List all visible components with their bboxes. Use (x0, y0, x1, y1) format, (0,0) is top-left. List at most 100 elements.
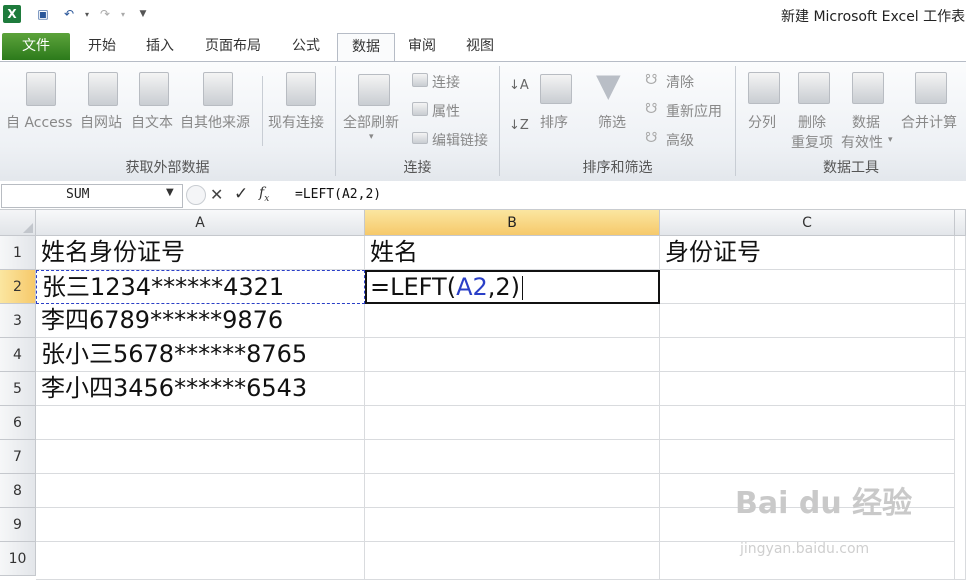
column-header-c[interactable]: C (660, 210, 955, 236)
properties-button[interactable]: 属性 (432, 101, 460, 121)
row-header-2[interactable]: 2 (0, 270, 36, 304)
tab-formulas[interactable]: 公式 (282, 33, 330, 60)
tab-view[interactable]: 视图 (456, 33, 504, 60)
tab-insert[interactable]: 插入 (136, 33, 184, 60)
row-header-3[interactable]: 3 (0, 304, 36, 338)
cell-b7[interactable] (365, 440, 660, 474)
formula-bar-handle-icon[interactable] (186, 185, 206, 205)
cell-d-column[interactable] (955, 406, 966, 580)
save-icon[interactable]: ▣ (34, 5, 52, 23)
clear-button[interactable]: 清除 (666, 72, 694, 92)
undo-dropdown-icon[interactable]: ▾ (78, 5, 96, 23)
cell-a10[interactable] (36, 542, 365, 580)
cell-a4[interactable]: 张小三5678******8765 (36, 338, 365, 372)
reapply-icon: ☋ (645, 101, 658, 117)
row-header-10[interactable]: 10 (0, 542, 36, 576)
cell-c2[interactable] (660, 270, 955, 304)
row-header-6[interactable]: 6 (0, 406, 36, 440)
name-box[interactable]: SUM ▼ (1, 184, 183, 208)
remove-duplicates-button-line2[interactable]: 重复项 (791, 132, 833, 152)
consolidate-button[interactable]: 合并计算 (901, 112, 957, 132)
existing-connections-icon (286, 72, 316, 106)
from-access-button[interactable]: 自 Access (6, 112, 72, 132)
cell-b10[interactable] (365, 542, 660, 580)
sort-ascending-icon[interactable]: ↓A (509, 78, 529, 93)
name-box-dropdown-icon[interactable]: ▼ (166, 187, 174, 198)
cell-d2[interactable] (955, 270, 966, 304)
cell-b1[interactable]: 姓名 (365, 236, 660, 270)
tab-data[interactable]: 数据 (337, 33, 395, 61)
cell-a8[interactable] (36, 474, 365, 508)
cell-a1[interactable]: 姓名身份证号 (36, 236, 365, 270)
redo-icon[interactable]: ↷ (96, 5, 114, 23)
insert-function-icon[interactable]: fx (259, 185, 269, 204)
row-header-7[interactable]: 7 (0, 440, 36, 474)
row-header-1[interactable]: 1 (0, 236, 36, 270)
from-web-button[interactable]: 自网站 (80, 112, 122, 132)
column-header-d[interactable] (955, 210, 966, 236)
column-header-a[interactable]: A (36, 210, 365, 236)
connections-button[interactable]: 连接 (432, 72, 460, 92)
edit-links-button[interactable]: 编辑链接 (432, 130, 488, 150)
row-header-5[interactable]: 5 (0, 372, 36, 406)
excel-logo-icon[interactable]: X (3, 5, 21, 23)
cell-a5[interactable]: 李小四3456******6543 (36, 372, 365, 406)
text-to-columns-button[interactable]: 分列 (748, 112, 776, 132)
cell-b6[interactable] (365, 406, 660, 440)
cancel-icon[interactable]: ✕ (210, 185, 223, 204)
customize-qat-icon[interactable]: ▼ (134, 5, 152, 23)
sort-descending-icon[interactable]: ↓Z (509, 118, 529, 133)
formula-prefix: =LEFT( (370, 273, 457, 301)
cell-a2[interactable]: 张三1234******4321 (36, 270, 365, 304)
text-cursor (522, 276, 524, 300)
row-header-4[interactable]: 4 (0, 338, 36, 372)
cell-d1[interactable] (955, 236, 966, 270)
sort-button[interactable]: 排序 (540, 112, 568, 132)
refresh-all-button[interactable]: 全部刷新 (343, 112, 399, 132)
enter-check-icon[interactable]: ✓ (234, 184, 248, 204)
cell-c1[interactable]: 身份证号 (660, 236, 955, 270)
cell-a6[interactable] (36, 406, 365, 440)
redo-dropdown-icon[interactable]: ▾ (114, 5, 132, 23)
cell-c6[interactable] (660, 406, 955, 440)
tab-page-layout[interactable]: 页面布局 (194, 33, 272, 60)
reapply-button[interactable]: 重新应用 (666, 101, 722, 121)
cell-d3[interactable] (955, 304, 966, 338)
cell-a9[interactable] (36, 508, 365, 542)
cell-a7[interactable] (36, 440, 365, 474)
from-other-sources-button[interactable]: 自其他来源 (180, 112, 250, 132)
cell-c4[interactable] (660, 338, 955, 372)
existing-connections-button[interactable]: 现有连接 (268, 112, 324, 132)
cell-c3[interactable] (660, 304, 955, 338)
cell-b5[interactable] (365, 372, 660, 406)
tab-file[interactable]: 文件 (2, 33, 70, 60)
filter-button[interactable]: 筛选 (598, 112, 626, 132)
row-header-8[interactable]: 8 (0, 474, 36, 508)
remove-duplicates-button[interactable]: 删除 (798, 112, 826, 132)
cell-c7[interactable] (660, 440, 955, 474)
from-text-button[interactable]: 自文本 (131, 112, 173, 132)
undo-icon[interactable]: ↶ (60, 5, 78, 23)
column-header-b[interactable]: B (365, 210, 660, 236)
row-header-9[interactable]: 9 (0, 508, 36, 542)
cell-b3[interactable] (365, 304, 660, 338)
select-all-button[interactable] (0, 210, 36, 236)
tab-review[interactable]: 审阅 (398, 33, 446, 60)
web-icon (88, 72, 118, 106)
refresh-dropdown-icon[interactable]: ▾ (369, 132, 374, 142)
cell-a3[interactable]: 李四6789******9876 (36, 304, 365, 338)
remove-duplicates-icon (798, 72, 830, 104)
cell-b4[interactable] (365, 338, 660, 372)
data-validation-button[interactable]: 数据 (852, 112, 880, 132)
cell-b8[interactable] (365, 474, 660, 508)
advanced-button[interactable]: 高级 (666, 130, 694, 150)
formula-input[interactable]: =LEFT(A2,2) (287, 184, 963, 206)
cell-d5[interactable] (955, 372, 966, 406)
cell-b2-editing[interactable]: =LEFT(A2,2) (365, 270, 660, 304)
cell-d4[interactable] (955, 338, 966, 372)
data-validation-button-line2[interactable]: 有效性 (841, 132, 883, 152)
tab-home[interactable]: 开始 (78, 33, 126, 60)
cell-b9[interactable] (365, 508, 660, 542)
cell-c5[interactable] (660, 372, 955, 406)
validation-dropdown-icon[interactable]: ▾ (888, 135, 893, 145)
